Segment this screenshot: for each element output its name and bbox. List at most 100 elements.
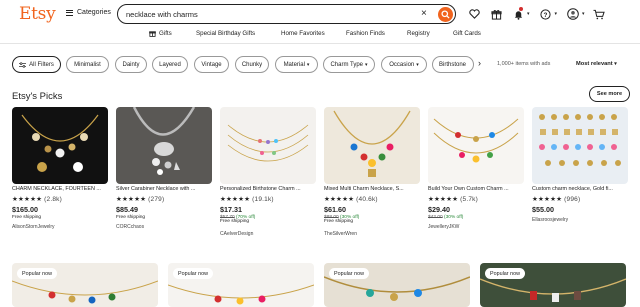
chip-label: Charm Type — [330, 61, 364, 68]
product-image[interactable] — [324, 107, 420, 184]
popular-now-badge: Popular now — [17, 268, 57, 279]
account-avatar-icon[interactable] — [565, 6, 581, 22]
shipping-label: Free shipping — [116, 215, 146, 220]
section-title: Etsy's Picks — [12, 91, 63, 102]
original-price: $42.00 — [428, 215, 443, 220]
popular-now-badge: Popular now — [329, 268, 369, 279]
nav-item-special-birthday-gifts[interactable]: Special Birthday Gifts — [196, 30, 255, 37]
filter-dropdown-charm-type[interactable]: Charm Type ▾ — [323, 56, 375, 73]
cart-icon[interactable] — [591, 6, 607, 22]
shop-name[interactable]: JewelleryJKW — [428, 224, 459, 230]
filter-chip-layered[interactable]: Layered — [152, 56, 188, 73]
product-card[interactable]: Popular now — [12, 263, 158, 307]
review-count: (2.8k) — [44, 196, 62, 203]
popular-now-badge: Popular now — [173, 268, 213, 279]
rating: ★★★★★ (19.1k) — [220, 195, 274, 203]
filter-dropdown-occasion[interactable]: Occasion ▾ — [381, 56, 427, 73]
discount-badge: (30% off) — [444, 215, 464, 220]
help-icon[interactable]: ? — [538, 6, 554, 22]
rating: ★★★★★ (2.8k) — [12, 195, 62, 203]
categories-label: Categories — [77, 9, 111, 16]
svg-text:?: ? — [544, 11, 548, 18]
rating: ★★★★★ (279) — [116, 195, 164, 203]
discount-line: $42.00 (30% off) — [428, 215, 463, 220]
review-count: (5.7k) — [460, 196, 478, 203]
popular-now-badge: Popular now — [485, 268, 525, 279]
nav-label: Gifts — [159, 30, 172, 37]
shop-name[interactable]: AlisonStornJewelry — [12, 224, 55, 230]
categories-button[interactable]: Categories — [66, 9, 111, 16]
notification-badge — [519, 7, 523, 11]
filter-chip-dainty[interactable]: Dainty — [115, 56, 147, 73]
search-input[interactable] — [126, 8, 416, 20]
star-icons: ★★★★★ — [12, 196, 43, 203]
product-image[interactable] — [532, 107, 628, 184]
etsy-logo[interactable]: Etsy — [19, 4, 56, 24]
product-title[interactable]: Mixed Multi Charm Necklace, S... — [324, 186, 420, 192]
all-filters-button[interactable]: All Filters — [12, 56, 61, 73]
shop-name[interactable]: TheSilverWren — [324, 231, 357, 237]
product-title[interactable]: Personalized Birthstone Charm ... — [220, 186, 316, 192]
nav-item-registry[interactable]: Registry — [407, 30, 430, 37]
chevron-down-icon: ▾ — [416, 61, 419, 68]
shop-name[interactable]: CORCchaos — [116, 224, 144, 230]
shipping-label: Free shipping — [220, 219, 250, 224]
filter-dropdown-material[interactable]: Material ▾ — [275, 56, 318, 73]
favorites-heart-icon[interactable] — [466, 6, 482, 22]
product-title[interactable]: CHARM NECKLACE, FOURTEEN ... — [12, 186, 108, 192]
shop-name[interactable]: CAelverDesign — [220, 231, 253, 237]
clear-search-icon[interactable]: × — [421, 8, 427, 20]
shipping-label: Free shipping — [324, 219, 354, 224]
review-count: (19.1k) — [252, 196, 274, 203]
sort-dropdown[interactable]: Most relevant ▾ — [576, 61, 617, 67]
results-count: 1,000+ items with ads — [497, 61, 551, 67]
product-title[interactable]: Silver Carabiner Necklace with ... — [116, 186, 212, 192]
sort-label: Most relevant — [576, 61, 613, 67]
product-title[interactable]: Custom charm necklace, Gold fi... — [532, 186, 628, 192]
product-image[interactable] — [428, 107, 524, 184]
product-card[interactable]: Popular now — [480, 263, 626, 307]
product-image[interactable] — [220, 107, 316, 184]
product-card[interactable]: Mixed Multi Charm Necklace, S... ★★★★★ (… — [324, 107, 420, 237]
product-card[interactable]: CHARM NECKLACE, FOURTEEN ... ★★★★★ (2.8k… — [12, 107, 108, 237]
product-image[interactable] — [116, 107, 212, 184]
filter-chip-chunky[interactable]: Chunky — [235, 56, 269, 73]
nav-item-fashion-finds[interactable]: Fashion Finds — [346, 30, 385, 37]
search-button[interactable] — [438, 6, 453, 22]
product-image[interactable] — [12, 107, 108, 184]
rating: ★★★★★ (40.6k) — [324, 195, 378, 203]
nav-item-home-favorites[interactable]: Home Favorites — [281, 30, 325, 37]
gift-icon — [149, 31, 156, 37]
product-title[interactable]: Build Your Own Custom Charm ... — [428, 186, 524, 192]
product-card[interactable]: Silver Carabiner Necklace with ... ★★★★★… — [116, 107, 212, 237]
product-card[interactable]: Popular now — [324, 263, 470, 307]
product-card[interactable]: Custom charm necklace, Gold fi... ★★★★★ … — [532, 107, 628, 237]
chevron-down-icon[interactable]: ▾ — [555, 11, 558, 17]
product-card[interactable]: Build Your Own Custom Charm ... ★★★★★ (5… — [428, 107, 524, 237]
filter-chip-minimalist[interactable]: Minimalist — [66, 56, 109, 73]
product-price: $17.31 — [220, 205, 242, 214]
see-more-button[interactable]: See more — [589, 86, 630, 102]
product-card[interactable]: Personalized Birthstone Charm ... ★★★★★ … — [220, 107, 316, 237]
filter-icon — [19, 61, 27, 68]
chip-label: Occasion — [389, 61, 415, 68]
filter-dropdown-birthstone[interactable]: Birthstone — [432, 56, 474, 73]
nav-item-gift-cards[interactable]: Gift Cards — [453, 30, 481, 37]
filter-chip-vintage[interactable]: Vintage — [194, 56, 229, 73]
product-price: $165.00 — [12, 205, 38, 214]
review-count: (40.6k) — [356, 196, 378, 203]
product-price: $61.60 — [324, 205, 346, 214]
shop-name[interactable]: Ellasroosjewelry — [532, 217, 568, 223]
gift-icon[interactable] — [488, 6, 504, 22]
star-icons: ★★★★★ — [116, 196, 147, 203]
star-icons: ★★★★★ — [532, 196, 563, 203]
product-card[interactable]: Popular now — [168, 263, 314, 307]
header: Etsy Categories × ▾ ? ▾ ▾ — [0, 0, 640, 28]
star-icons: ★★★★★ — [220, 196, 251, 203]
chevron-right-icon[interactable]: › — [478, 58, 481, 68]
nav-item-gifts[interactable]: Gifts — [149, 30, 172, 37]
notifications-bell-icon[interactable] — [510, 6, 526, 22]
chevron-down-icon[interactable]: ▾ — [582, 11, 585, 17]
divider — [0, 43, 640, 44]
chevron-down-icon[interactable]: ▾ — [527, 11, 530, 17]
